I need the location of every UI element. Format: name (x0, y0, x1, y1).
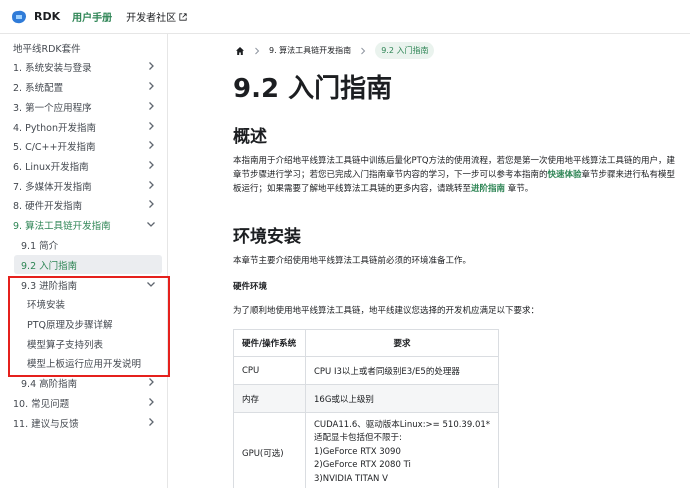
env-install-paragraph: 本章节主要介绍使用地平线算法工具链前必须的环境准备工作。 (233, 256, 472, 266)
sidebar-item-system-config[interactable]: 2. 系统配置 (6, 77, 162, 96)
main-content: 9. 算法工具链开发指南 9.2 入门指南 9.2 入门指南 概述 本指南用于介… (169, 34, 690, 488)
chevron-right-icon[interactable] (146, 417, 156, 427)
sidebar-item-label: 地平线RDK套件 (13, 43, 81, 55)
overview-paragraph: 本指南用于介绍地平线算法工具链中训练后量化PTQ方法的使用流程，若您是第一次使用… (233, 154, 690, 196)
table-cell: GPU(可选) (233, 412, 306, 488)
breadcrumb-separator-icon (361, 47, 366, 54)
sidebar-item-label: 7. 多媒体开发指南 (13, 181, 92, 193)
requirements-table: 硬件/操作系统 要求 CPU CPU I3以上或者同级别E3/E5的处理器 内存… (233, 329, 500, 488)
table-cell: 内存 (233, 384, 306, 413)
sidebar-item-label: 8. 硬件开发指南 (13, 200, 83, 212)
rdk-logo-icon[interactable] (10, 9, 28, 25)
sidebar-item-hardware-guide[interactable]: 8. 硬件开发指南 (6, 195, 162, 214)
sidebar-item-label: 2. 系统配置 (13, 82, 64, 94)
sidebar-item-label: 10. 常见问题 (13, 398, 70, 410)
chevron-right-icon[interactable] (146, 160, 156, 170)
chevron-right-icon[interactable] (146, 377, 156, 387)
chevron-right-icon[interactable] (146, 397, 156, 407)
chevron-right-icon[interactable] (146, 61, 156, 71)
sidebar-item-label: 5. C/C++开发指南 (13, 141, 96, 153)
sidebar-item-system-install[interactable]: 1. 系统安装与登录 (6, 57, 162, 76)
overview-text: 章节步骤来进行私有模型 (581, 170, 676, 180)
sidebar-item-multimedia-guide[interactable]: 7. 多媒体开发指南 (6, 176, 162, 195)
overview-text: 章节。 (505, 184, 534, 194)
sidebar-item-faq[interactable]: 10. 常见问题 (6, 393, 162, 412)
table-cell: CPU (233, 356, 306, 385)
external-link-icon (179, 12, 187, 21)
sidebar-item-feedback[interactable]: 11. 建议与反馈 (6, 413, 162, 432)
top-navbar: RDK 用户手册 开发者社区 (0, 0, 690, 34)
brand-name[interactable]: RDK (34, 10, 60, 23)
table-cell: CPU I3以上或者同级别E3/E5的处理器 (304, 356, 500, 385)
sidebar-item-intro[interactable]: 9.1 简介 (14, 235, 162, 254)
gpu-line: CUDA11.6、驱动版本Linux:>= 510.39.01* (314, 419, 491, 430)
breadcrumb-parent[interactable]: 9. 算法工具链开发指南 (269, 45, 351, 56)
overview-heading: 概述 (233, 127, 267, 147)
sidebar-item-python-guide[interactable]: 4. Python开发指南 (6, 117, 162, 136)
gpu-line: 1)GeForce RTX 3090 (314, 446, 401, 457)
env-install-heading: 环境安装 (233, 227, 301, 247)
hardware-env-heading: 硬件环境 (233, 282, 268, 292)
overview-line-2: 章节步骤进行学习；若您已完成入门指南章节内容的学习，下一步可以参考本指南的快速体… (233, 168, 690, 182)
page-title: 9.2 入门指南 (233, 74, 393, 104)
table-cell: 16G或以上级别 (304, 384, 500, 413)
chevron-right-icon[interactable] (146, 101, 156, 111)
chevron-right-icon[interactable] (146, 199, 156, 209)
overview-line-1: 本指南用于介绍地平线算法工具链中训练后量化PTQ方法的使用流程，若您是第一次使用… (233, 156, 676, 166)
overview-line-3: 板运行；如果需要了解地平线算法工具链的更多内容，请跳转至进阶指南 章节。 (233, 182, 690, 196)
sidebar-item-label: 11. 建议与反馈 (13, 418, 79, 430)
sidebar: 地平线RDK套件 1. 系统安装与登录 2. 系统配置 3. 第一个应用程序 4… (0, 34, 168, 488)
table-row: 内存 16G或以上级别 (233, 384, 500, 413)
gpu-line: 3)NVIDIA TITAN V (314, 473, 388, 484)
hardware-env-paragraph: 为了顺利地使用地平线算法工具链，地平线建议您选择的开发机应满足以下要求： (233, 306, 540, 316)
sidebar-item-cpp-guide[interactable]: 5. C/C++开发指南 (6, 136, 162, 155)
sidebar-item-label: 3. 第一个应用程序 (13, 102, 92, 114)
table-header-cell: 硬件/操作系统 (233, 329, 306, 357)
table-header-row: 硬件/操作系统 要求 (233, 329, 500, 357)
sidebar-item-label: 9.4 高阶指南 (21, 378, 78, 390)
sidebar-item-linux-guide[interactable]: 6. Linux开发指南 (6, 156, 162, 175)
sidebar-item-label: 4. Python开发指南 (13, 122, 97, 134)
breadcrumb: 9. 算法工具链开发指南 9.2 入门指南 (235, 42, 435, 59)
chevron-right-icon[interactable] (146, 121, 156, 131)
sidebar-item-label: 1. 系统安装与登录 (13, 62, 92, 74)
overview-text: 章节步骤进行学习；若您已完成入门指南章节内容的学习，下一步可以参考本指南的 (233, 170, 548, 180)
sidebar-item-getting-started[interactable]: 9.2 入门指南 (14, 255, 162, 274)
gpu-line: 2)GeForce RTX 2080 Ti (314, 460, 411, 471)
table-cell: CUDA11.6、驱动版本Linux:>= 510.39.01* 适配显卡包括但… (304, 412, 500, 488)
sidebar-item-label: 6. Linux开发指南 (13, 161, 89, 173)
sidebar-item-label: 9.1 简介 (21, 240, 59, 252)
nav-dev-community-label: 开发者社区 (126, 13, 177, 24)
advanced-guide-link[interactable]: 进阶指南 (471, 184, 505, 194)
table-row: CPU CPU I3以上或者同级别E3/E5的处理器 (233, 356, 500, 385)
table-header-cell: 要求 (304, 329, 500, 357)
breadcrumb-separator-icon (255, 47, 260, 54)
sidebar-item-label: 9. 算法工具链开发指南 (13, 220, 111, 232)
breadcrumb-current: 9.2 入门指南 (375, 42, 435, 59)
gpu-line: 适配显卡包括但不限于: (314, 433, 402, 444)
annotation-highlight-box (8, 276, 170, 377)
sidebar-item-algo-toolchain[interactable]: 9. 算法工具链开发指南 (6, 215, 162, 234)
home-icon[interactable] (235, 46, 245, 56)
overview-text: 板运行；如果需要了解地平线算法工具链的更多内容，请跳转至 (233, 184, 472, 194)
table-row: GPU(可选) CUDA11.6、驱动版本Linux:>= 510.39.01*… (233, 412, 500, 488)
chevron-right-icon[interactable] (146, 140, 156, 150)
sidebar-item-label: 9.2 入门指南 (21, 260, 78, 272)
nav-dev-community[interactable]: 开发者社区 (126, 9, 187, 24)
quick-start-link[interactable]: 快速体验 (548, 170, 582, 180)
nav-user-manual[interactable]: 用户手册 (72, 9, 112, 24)
gpu-requirement-lines: CUDA11.6、驱动版本Linux:>= 510.39.01* 适配显卡包括但… (314, 419, 490, 487)
sidebar-item-first-app[interactable]: 3. 第一个应用程序 (6, 97, 162, 116)
chevron-down-icon[interactable] (146, 219, 156, 229)
chevron-right-icon[interactable] (146, 81, 156, 91)
sidebar-item-rdk-kit[interactable]: 地平线RDK套件 (6, 38, 162, 57)
chevron-right-icon[interactable] (146, 180, 156, 190)
